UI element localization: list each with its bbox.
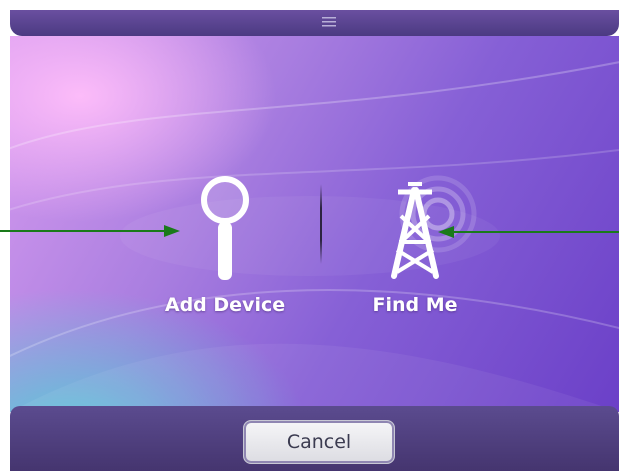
screen: Add Device Find Me Cancel <box>0 0 619 471</box>
annotation-arrows <box>0 225 619 238</box>
arrow-to-add-device-head <box>164 225 180 237</box>
arrow-to-find-me-head <box>438 226 454 238</box>
